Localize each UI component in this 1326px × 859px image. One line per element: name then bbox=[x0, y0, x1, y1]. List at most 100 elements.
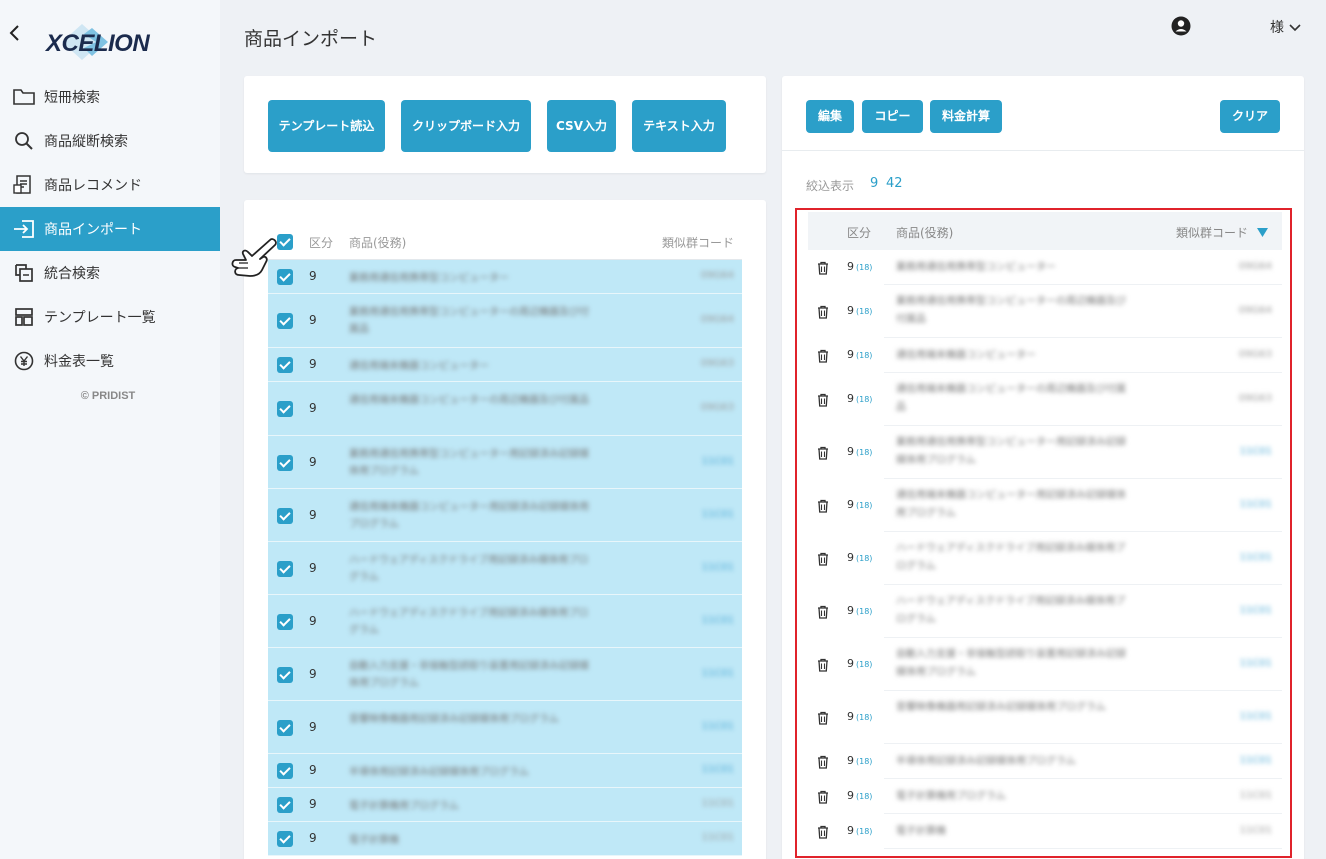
sidebar-item-label: 商品インポート bbox=[44, 222, 142, 238]
folder-icon bbox=[12, 85, 36, 109]
row-product: 音響映像機器用記録済み記録媒体用プログラム bbox=[349, 714, 559, 725]
row-kubun: 9 bbox=[309, 561, 317, 575]
sidebar-item-4[interactable]: 統合検索 bbox=[0, 251, 220, 295]
sidebar-nav: 短冊検索商品縦断検索商品レコメンド商品インポート 統合検索テンプレート一覧 料金表一… bbox=[0, 75, 220, 383]
edit-button[interactable]: 編集 bbox=[806, 100, 854, 133]
row-product: 自動入力支援・非接触型読取り装置用記録済み記録媒体用プログラム bbox=[349, 661, 589, 689]
row-product: 電子計算機 bbox=[349, 835, 399, 846]
row-kubun: 9 bbox=[309, 763, 317, 777]
table-row[interactable]: 9 業務用通信用携帯型コンピューターの周辺機器及び付属品 09G64 bbox=[268, 294, 742, 348]
table-row[interactable]: 9 業務用通信用携帯型コンピューター 09G64 bbox=[268, 260, 742, 294]
pointer-hand-icon bbox=[226, 232, 278, 284]
filter-label: 絞込表示 bbox=[806, 179, 855, 193]
row-product: 通信用端末機器コンピューター用記録済み記録媒体用プログラム bbox=[349, 502, 589, 530]
template-load-button[interactable]: テンプレート読込 bbox=[268, 100, 385, 152]
table-row[interactable]: 9 自動入力支援・非接触型読取り装置用記録済み記録媒体用プログラム 11C01 bbox=[268, 648, 742, 701]
chevron-down-icon[interactable] bbox=[1289, 18, 1301, 32]
row-code: 11C01 bbox=[701, 456, 734, 467]
divider bbox=[782, 150, 1304, 151]
sidebar-item-5[interactable]: テンプレート一覧 bbox=[0, 295, 220, 339]
logo-text: XCELION bbox=[44, 30, 150, 57]
row-code: 11C01 bbox=[701, 798, 734, 809]
row-kubun: 9 bbox=[309, 401, 317, 415]
row-kubun: 9 bbox=[309, 667, 317, 681]
row-checkbox[interactable] bbox=[277, 508, 293, 524]
row-checkbox[interactable] bbox=[277, 455, 293, 471]
row-kubun: 9 bbox=[309, 614, 317, 628]
copyright-text: © PRIDIST bbox=[80, 390, 136, 402]
row-kubun: 9 bbox=[309, 357, 317, 371]
sidebar-item-3[interactable]: 商品インポート bbox=[0, 207, 220, 251]
sidebar-item-6[interactable]: 料金表一覧 bbox=[0, 339, 220, 383]
row-checkbox[interactable] bbox=[277, 831, 293, 847]
sidebar-item-label: 料金表一覧 bbox=[44, 354, 114, 370]
row-kubun: 9 bbox=[309, 455, 317, 469]
row-kubun: 9 bbox=[309, 313, 317, 327]
row-product: 業務用通信用携帯型コンピューターの周辺機器及び付属品 bbox=[349, 307, 589, 335]
row-code: 11C01 bbox=[701, 832, 734, 843]
row-code: 11C01 bbox=[701, 668, 734, 679]
row-product: 業務用通信用携帯型コンピューター用記録済み記録媒体用プログラム bbox=[349, 449, 589, 477]
search-icon bbox=[12, 129, 36, 153]
user-name-label[interactable]: 様 bbox=[1270, 17, 1284, 37]
table-row[interactable]: 9 半導体用記録済み記録媒体用プログラム 11C01 bbox=[268, 754, 742, 788]
row-checkbox[interactable] bbox=[277, 561, 293, 577]
table-row[interactable]: 9 音響映像機器用記録済み記録媒体用プログラム 11C01 bbox=[268, 701, 742, 754]
user-account-icon[interactable] bbox=[1171, 16, 1191, 36]
copy-button[interactable]: コピー bbox=[862, 100, 923, 133]
sidebar-item-label: 商品縦断検索 bbox=[44, 134, 128, 150]
table-row[interactable]: 9 通信用端末機器コンピューター用記録済み記録媒体用プログラム 11C01 bbox=[268, 489, 742, 542]
table-row[interactable]: 9 業務用通信用携帯型コンピューター用記録済み記録媒体用プログラム 11C01 bbox=[268, 436, 742, 489]
filter-class-9[interactable]: 9 bbox=[870, 176, 878, 191]
sidebar-item-2[interactable]: 商品レコメンド bbox=[0, 163, 220, 207]
row-code: 09G63 bbox=[700, 402, 734, 413]
yen-icon bbox=[12, 349, 36, 373]
sidebar-item-1[interactable]: 商品縦断検索 bbox=[0, 119, 220, 163]
row-code: 11C01 bbox=[701, 562, 734, 573]
row-kubun: 9 bbox=[309, 720, 317, 734]
row-kubun: 9 bbox=[309, 797, 317, 811]
back-chevron-icon[interactable] bbox=[8, 22, 24, 46]
row-product: 半導体用記録済み記録媒体用プログラム bbox=[349, 767, 529, 778]
table-row[interactable]: 9 電子計算機用プログラム 11C01 bbox=[268, 788, 742, 822]
row-product: 電子計算機用プログラム bbox=[349, 801, 459, 812]
row-product: ハードウェアディスクドライブ用記録済み媒体用プログラム bbox=[349, 555, 589, 583]
clipboard-input-button[interactable]: クリップボード入力 bbox=[401, 100, 531, 152]
row-product: 通信用端末機器コンピューターの周辺機器及び付属品 bbox=[349, 395, 589, 406]
filter-class-42[interactable]: 42 bbox=[886, 176, 903, 191]
sidebar-item-label: 統合検索 bbox=[44, 266, 100, 282]
row-checkbox[interactable] bbox=[277, 313, 293, 329]
table-row[interactable]: 9 ハードウェアディスクドライブ用記録済み媒体用プログラム 11C01 bbox=[268, 542, 742, 595]
csv-input-button[interactable]: CSV入力 bbox=[547, 100, 616, 152]
row-code: 11C01 bbox=[701, 764, 734, 775]
row-checkbox[interactable] bbox=[277, 667, 293, 683]
highlight-frame bbox=[795, 208, 1292, 858]
row-kubun: 9 bbox=[309, 269, 317, 283]
sidebar-item-0[interactable]: 短冊検索 bbox=[0, 75, 220, 119]
import-table-header: 区分 商品(役務) 類似群コード bbox=[268, 224, 742, 260]
row-checkbox[interactable] bbox=[277, 614, 293, 630]
sidebar-item-label: テンプレート一覧 bbox=[44, 310, 156, 326]
import-table-body: 9 業務用通信用携帯型コンピューター 09G64 9 業務用通信用携帯型コンピューターの… bbox=[268, 260, 742, 856]
template-icon bbox=[12, 305, 36, 329]
table-row[interactable]: 9 通信用端末機器コンピューター 09G63 bbox=[268, 348, 742, 382]
row-checkbox[interactable] bbox=[277, 797, 293, 813]
row-checkbox[interactable] bbox=[277, 720, 293, 736]
price-calc-button[interactable]: 料金計算 bbox=[930, 100, 1002, 133]
header-product: 商品(役務) bbox=[349, 236, 407, 250]
row-checkbox[interactable] bbox=[277, 269, 293, 285]
sidebar-item-label: 短冊検索 bbox=[44, 90, 100, 106]
row-code: 09G64 bbox=[700, 270, 734, 281]
sidebar: XCELION 短冊検索商品縦断検索商品レコメンド商品インポート 統合検索テンプレ… bbox=[0, 0, 220, 859]
row-checkbox[interactable] bbox=[277, 763, 293, 779]
row-product: 通信用端末機器コンピューター bbox=[349, 361, 489, 372]
row-product: 業務用通信用携帯型コンピューター bbox=[349, 273, 509, 284]
table-row[interactable]: 9 通信用端末機器コンピューターの周辺機器及び付属品 09G63 bbox=[268, 382, 742, 436]
row-checkbox[interactable] bbox=[277, 357, 293, 373]
text-input-button[interactable]: テキスト入力 bbox=[632, 100, 726, 152]
table-row[interactable]: 9 ハードウェアディスクドライブ用記録済み媒体用プログラム 11C01 bbox=[268, 595, 742, 648]
table-row[interactable]: 9 電子計算機 11C01 bbox=[268, 822, 742, 856]
clear-button[interactable]: クリア bbox=[1220, 100, 1280, 133]
row-checkbox[interactable] bbox=[277, 401, 293, 417]
select-all-checkbox[interactable] bbox=[277, 234, 293, 250]
